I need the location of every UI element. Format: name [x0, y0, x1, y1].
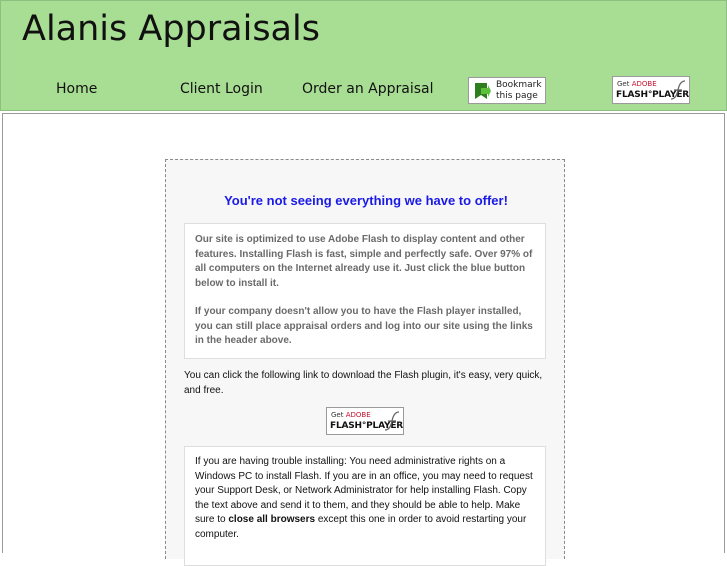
flash-get-label: Get	[617, 80, 630, 88]
nav-home-link[interactable]: Home	[56, 81, 97, 97]
nav-order-appraisal-link[interactable]: Order an Appraisal	[302, 81, 433, 97]
info-paragraph-1: Our site is optimized to use Adobe Flash…	[195, 234, 533, 289]
bookmark-label-line1: Bookmark	[496, 80, 542, 90]
install-trouble-text: If you are having trouble installing: Yo…	[195, 456, 533, 540]
site-title: Alanis Appraisals	[22, 9, 320, 49]
download-instructions: You can click the following link to down…	[184, 370, 543, 396]
install-trouble-box: If you are having trouble installing: Yo…	[184, 446, 546, 566]
flash-f-icon	[669, 79, 687, 105]
flash-get-label: Get	[331, 411, 344, 419]
download-flash-button[interactable]: Get ADOBE FLASH°PLAYER	[326, 407, 404, 435]
get-flash-player-badge[interactable]: Get ADOBE FLASH°PLAYER	[612, 76, 690, 104]
info-paragraph-2: If your company doesn't allow you to hav…	[195, 306, 533, 346]
bookmark-arrow-icon	[472, 80, 494, 106]
flash-notice-panel: You're not seeing everything we have to …	[165, 159, 565, 566]
flash-info-box: Our site is optimized to use Adobe Flash…	[184, 223, 546, 359]
close-all-browsers-emphasis: close all browsers	[228, 514, 316, 525]
nav-client-login-link[interactable]: Client Login	[180, 81, 263, 97]
flash-adobe-label: ADOBE	[345, 411, 371, 419]
bookmark-label-line2: this page	[496, 91, 538, 101]
site-header: Alanis Appraisals Home Client Login Orde…	[0, 0, 727, 111]
flash-adobe-label: ADOBE	[631, 80, 657, 88]
bookmark-button[interactable]: Bookmark this page	[468, 77, 546, 104]
flash-f-icon	[383, 410, 401, 436]
notice-heading: You're not seeing everything we have to …	[224, 193, 508, 208]
